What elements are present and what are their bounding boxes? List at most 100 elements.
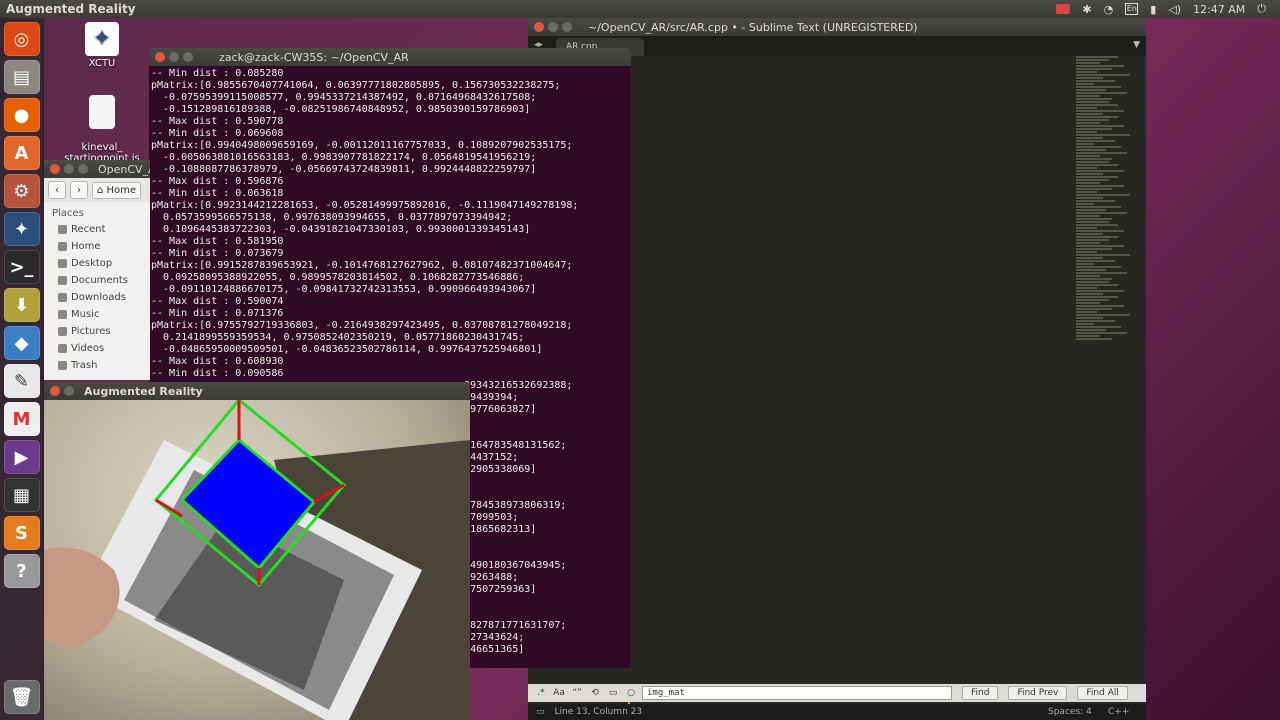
place-label: Downloads — [71, 292, 126, 303]
place-item[interactable]: Music — [44, 306, 150, 323]
place-item[interactable]: Home — [44, 238, 150, 255]
minimap-line — [1076, 65, 1124, 67]
terminal-line: 0.1096445383722303, -0.04391821047330103… — [151, 224, 531, 235]
place-item[interactable]: Trash — [44, 357, 150, 374]
minimap-line — [1076, 146, 1121, 148]
panel-toggle-icon[interactable]: ▭ — [536, 707, 545, 717]
find-input[interactable]: img_mat — [642, 686, 952, 700]
terminal-line: -0.1088087786378979, -0.0566974372483981… — [151, 164, 537, 175]
case-toggle[interactable]: Aa — [552, 688, 566, 698]
minimize-button[interactable] — [548, 22, 558, 32]
desktop-icon — [58, 259, 67, 268]
forward-button[interactable]: › — [70, 181, 88, 199]
terminal-line: -- Max dist : 0.590778 — [151, 116, 284, 127]
sublime-text-icon[interactable]: S — [3, 516, 40, 550]
close-button[interactable] — [155, 52, 165, 62]
home-path-button[interactable]: ⌂ Home — [92, 181, 142, 199]
window-titlebar[interactable]: OpenCV_AR — [44, 160, 150, 178]
bluetooth-icon[interactable]: ✱ — [1082, 3, 1091, 16]
media-player-icon[interactable]: ▶ — [3, 440, 40, 474]
syntax-setting[interactable]: C++ — [1108, 707, 1138, 717]
ubuntu-dash-icon[interactable]: ◎ — [3, 22, 40, 56]
terminal-icon[interactable]: >_ — [3, 250, 40, 284]
network-icon[interactable]: ◔ — [1104, 3, 1114, 16]
power-icon[interactable]: ⏻ — [1257, 2, 1266, 16]
minimap-line — [1076, 158, 1112, 160]
minimap-line — [1076, 122, 1100, 124]
minimize-button[interactable] — [169, 52, 179, 62]
minimap-line — [1076, 68, 1112, 70]
music-icon — [58, 310, 67, 319]
place-item[interactable]: Pictures — [44, 323, 150, 340]
text-editor-icon[interactable]: ✎ — [3, 364, 40, 398]
camera-view[interactable] — [44, 400, 470, 720]
close-button[interactable] — [50, 386, 60, 396]
minimap-line — [1076, 281, 1109, 283]
help-icon[interactable]: ? — [3, 554, 40, 588]
image-viewer-icon[interactable]: ▦ — [3, 478, 40, 512]
minimap-line — [1076, 149, 1106, 151]
in-selection-toggle-icon[interactable]: ▭ — [606, 688, 620, 698]
top-panel: Augmented Reality ✱ ◔ En ▮ ◁) 12:47 AM ⏻ — [0, 0, 1280, 18]
wrap-toggle-icon[interactable]: ⟲ — [588, 688, 602, 698]
keyboard-indicator[interactable]: En — [1125, 3, 1139, 15]
terminal-line: pMatrix:[0.9755792719336803, -0.21649382… — [151, 320, 573, 331]
volume-icon[interactable]: ◁) — [1168, 3, 1181, 16]
place-item[interactable]: Videos — [44, 340, 150, 357]
terminal-line: 0.09258095388922055, 0.9899578203814502,… — [151, 272, 525, 283]
close-button[interactable] — [50, 164, 60, 174]
minimap-line — [1076, 332, 1127, 334]
maximize-button[interactable] — [78, 164, 88, 174]
gmail-icon[interactable]: M — [3, 402, 40, 436]
system-settings-icon[interactable]: ⚙ — [3, 174, 40, 208]
minimap[interactable] — [1076, 56, 1136, 356]
terminal-line: -- Min dist : 0.085280 — [151, 68, 284, 79]
minimap-line — [1076, 170, 1124, 172]
highlight-toggle-icon[interactable]: ○ — [624, 688, 638, 698]
window-titlebar[interactable]: zack@zack-CW35S: ~/OpenCV_AR — [149, 48, 631, 66]
files-launcher-icon[interactable]: ▤ — [3, 60, 40, 94]
dropbox-icon[interactable]: ◆ — [3, 326, 40, 360]
terminal-line: -0.151289816189388, -0.08251986740848952… — [151, 104, 531, 115]
find-bar: .* Aa “” ⟲ ▭ ○ img_mat Find Find Prev Fi… — [528, 684, 1146, 702]
place-item[interactable]: Desktop — [44, 255, 150, 272]
terminal-line: pMatrix:[0.9915287839653921, -0.10147681… — [151, 260, 573, 271]
find-button[interactable]: Find — [962, 686, 999, 700]
maximize-button[interactable] — [183, 52, 193, 62]
places-list: Recent Home Desktop Documents Downloads … — [44, 221, 150, 374]
minimap-line — [1076, 107, 1097, 109]
minimap-line — [1076, 266, 1121, 268]
minimap-line — [1076, 254, 1130, 256]
regex-toggle[interactable]: .* — [534, 688, 548, 698]
place-item[interactable]: Downloads — [44, 289, 150, 306]
minimap-line — [1076, 290, 1124, 292]
window-titlebar[interactable]: ~/OpenCV_AR/src/AR.cpp • - Sublime Text … — [528, 18, 1146, 36]
minimize-button[interactable] — [64, 386, 74, 396]
indentation-setting[interactable]: Spaces: 4 — [1048, 707, 1108, 717]
back-button[interactable]: ‹ — [48, 181, 66, 199]
xctu-launcher-icon[interactable]: ✦ — [3, 212, 40, 246]
clock[interactable]: 12:47 AM — [1193, 3, 1245, 16]
indicator-area: ✱ ◔ En ▮ ◁) 12:47 AM ⏻ — [1056, 2, 1280, 16]
whole-word-toggle[interactable]: “” — [570, 688, 584, 698]
firefox-icon[interactable]: ● — [3, 98, 40, 132]
archive-icon[interactable]: ⬇ — [3, 288, 40, 322]
close-button[interactable] — [534, 22, 544, 32]
desktop-icon-xctu[interactable]: ✦ XCTU — [78, 22, 126, 69]
minimap-line — [1076, 86, 1121, 88]
trash-icon[interactable]: 🗑 — [3, 680, 40, 714]
find-all-button[interactable]: Find All — [1077, 686, 1128, 700]
window-titlebar[interactable]: Augmented Reality — [44, 382, 470, 400]
terminal-line: -- Max dist : 0.581950 — [151, 236, 284, 247]
camera-recording-icon[interactable] — [1056, 4, 1071, 14]
place-item[interactable]: Documents — [44, 272, 150, 289]
software-center-icon[interactable]: A — [3, 136, 40, 170]
minimize-button[interactable] — [64, 164, 74, 174]
place-label: Videos — [71, 343, 105, 354]
battery-icon[interactable]: ▮ — [1150, 3, 1156, 16]
minimap-line — [1076, 98, 1112, 100]
maximize-button[interactable] — [562, 22, 572, 32]
place-item[interactable]: Recent — [44, 221, 150, 238]
find-prev-button[interactable]: Find Prev — [1008, 686, 1068, 700]
tab-dropdown-icon[interactable]: ▼ — [1133, 40, 1140, 50]
